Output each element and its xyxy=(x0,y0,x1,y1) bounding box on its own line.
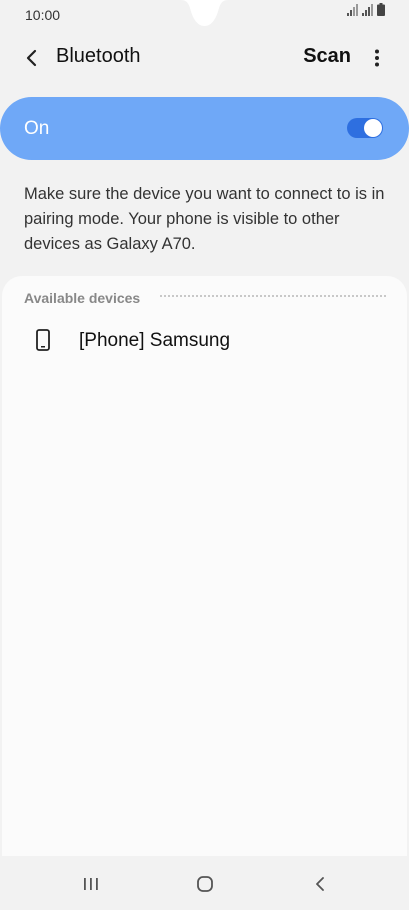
back-arrow-icon xyxy=(26,49,37,67)
status-icons xyxy=(347,3,385,21)
available-devices-header: Available devices xyxy=(24,290,141,306)
more-options-button[interactable] xyxy=(367,44,387,72)
bluetooth-toggle-card[interactable]: On xyxy=(0,97,409,160)
device-name: [Phone] Samsung xyxy=(79,330,231,351)
app-bar: Bluetooth Scan xyxy=(0,30,409,86)
available-devices-panel: Available devices [Phone] Samsung xyxy=(2,276,407,856)
status-bar: 10:00 xyxy=(0,0,409,30)
more-options-icon xyxy=(375,49,379,67)
section-divider xyxy=(160,295,386,297)
switch-knob xyxy=(364,119,382,137)
navigation-bar xyxy=(0,856,409,910)
signal-icon xyxy=(347,3,359,21)
bluetooth-switch[interactable] xyxy=(347,118,383,138)
bluetooth-toggle-label: On xyxy=(24,118,50,139)
recents-button[interactable] xyxy=(79,874,103,894)
device-list-item[interactable]: [Phone] Samsung xyxy=(2,316,407,364)
pairing-info-text: Make sure the device you want to connect… xyxy=(24,185,385,253)
recents-icon xyxy=(84,878,98,890)
nav-back-icon xyxy=(316,877,324,891)
status-time: 10:00 xyxy=(25,7,61,23)
signal-icon xyxy=(362,3,374,21)
page-title: Bluetooth xyxy=(56,45,141,67)
phone-icon xyxy=(35,328,51,352)
home-button[interactable] xyxy=(193,874,217,894)
camera-notch xyxy=(180,0,229,27)
back-button[interactable] xyxy=(18,44,46,72)
battery-icon xyxy=(377,3,385,21)
scan-button[interactable]: Scan xyxy=(303,45,351,68)
home-icon xyxy=(197,876,213,892)
nav-back-button[interactable] xyxy=(308,874,332,894)
